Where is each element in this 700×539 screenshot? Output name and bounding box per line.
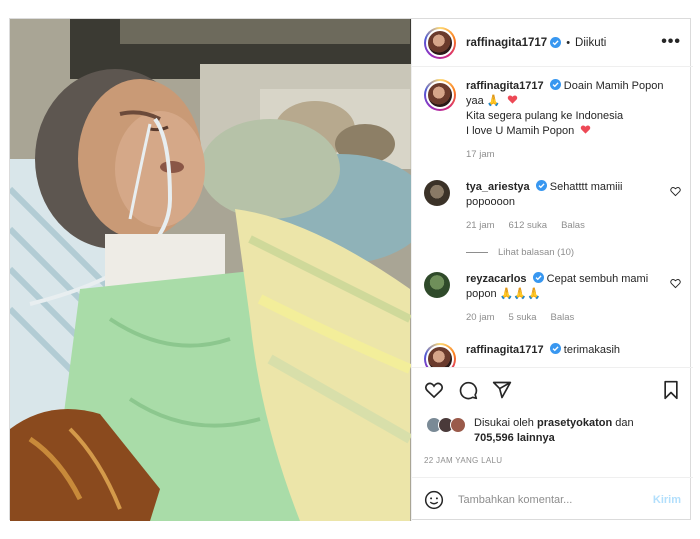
red-heart-emoji-icon	[581, 125, 591, 134]
emoji-icon[interactable]	[424, 490, 444, 510]
share-send-icon[interactable]	[492, 380, 512, 400]
post-side-panel: raffinagita1717 • Diikuti ••• raffinagit…	[411, 19, 693, 521]
comment-input[interactable]	[458, 493, 628, 506]
post-comment-button[interactable]: Kirim	[653, 494, 681, 506]
more-options-icon[interactable]: •••	[661, 33, 681, 51]
likes-mid: dan	[615, 417, 634, 429]
verified-badge-icon	[532, 272, 544, 283]
separator-dot: •	[566, 36, 571, 49]
caption-avatar[interactable]	[424, 79, 456, 111]
likes-count[interactable]: 705,596	[474, 432, 514, 444]
comment-item: reyzacarlos Cepat sembuh mami popon 🙏🙏🙏 …	[424, 272, 681, 325]
author-avatar[interactable]	[424, 26, 456, 59]
verified-badge-icon	[549, 79, 561, 90]
add-comment-bar: Kirim	[412, 477, 693, 521]
likes-summary: Disukai oleh prasetyokaton dan 705,596 l…	[426, 416, 664, 446]
hospital-photo-image	[10, 19, 411, 521]
verified-badge-icon	[549, 343, 561, 354]
comment-bubble-icon[interactable]	[458, 380, 478, 400]
like-comment-heart-icon[interactable]	[670, 186, 681, 197]
commenter-avatar[interactable]	[424, 272, 450, 298]
caption-username[interactable]: raffinagita1717	[466, 80, 544, 92]
liker-username[interactable]: prasetyokaton	[537, 417, 612, 429]
like-heart-icon[interactable]	[424, 380, 444, 400]
comment-likes[interactable]: 5 suka	[509, 310, 537, 325]
comments-list[interactable]: raffinagita1717 Doain Mamih Popon yaa 🙏 …	[412, 67, 693, 367]
comment-username[interactable]: raffinagita1717	[466, 344, 544, 356]
like-comment-heart-icon[interactable]	[670, 278, 681, 289]
post-modal: raffinagita1717 • Diikuti ••• raffinagit…	[9, 18, 693, 521]
verified-badge-icon	[550, 37, 562, 48]
caption-text-line3: I love U Mamih Popon	[466, 125, 575, 137]
caption-time: 17 jam	[466, 149, 495, 160]
post-actions: Disukai oleh prasetyokaton dan 705,596 l…	[412, 367, 693, 485]
caption-text-line2: Kita segera pulang ke Indonesia	[466, 110, 624, 122]
caption: raffinagita1717 Doain Mamih Popon yaa 🙏 …	[424, 79, 681, 162]
posted-time: 22 JAM YANG LALU	[424, 456, 503, 465]
commenter-avatar[interactable]	[424, 180, 450, 206]
view-replies-button[interactable]: Lihat balasan (10)	[466, 247, 681, 258]
replies-line	[466, 252, 488, 253]
following-button[interactable]: Diikuti	[575, 37, 606, 49]
comment-text: terimakasih	[563, 344, 621, 356]
likes-prefix: Disukai oleh	[474, 417, 534, 429]
comment-username[interactable]: tya_ariestya	[466, 181, 530, 193]
comment-time: 20 jam	[466, 312, 495, 323]
liker-avatars	[426, 417, 468, 433]
comment-item: tya_ariestya Sehatttt mamiii popoooon 21…	[424, 180, 681, 233]
view-replies-label: Lihat balasan (10)	[498, 247, 575, 258]
comment-username[interactable]: reyzacarlos	[466, 273, 527, 285]
likes-suffix[interactable]: lainnya	[517, 432, 555, 444]
commenter-avatar[interactable]	[424, 343, 456, 367]
reply-button[interactable]: Balas	[561, 218, 585, 233]
author-username[interactable]: raffinagita1717	[466, 37, 547, 49]
red-heart-emoji-icon	[507, 95, 517, 104]
comment-likes[interactable]: 612 suka	[509, 218, 548, 233]
comment-item: raffinagita1717 terimakasih	[424, 343, 681, 367]
bookmark-icon[interactable]	[661, 380, 681, 400]
verified-badge-icon	[535, 180, 547, 191]
comment-time: 21 jam	[466, 220, 495, 231]
post-photo[interactable]	[10, 19, 411, 521]
post-header: raffinagita1717 • Diikuti •••	[412, 19, 693, 67]
reply-button[interactable]: Balas	[551, 310, 575, 325]
